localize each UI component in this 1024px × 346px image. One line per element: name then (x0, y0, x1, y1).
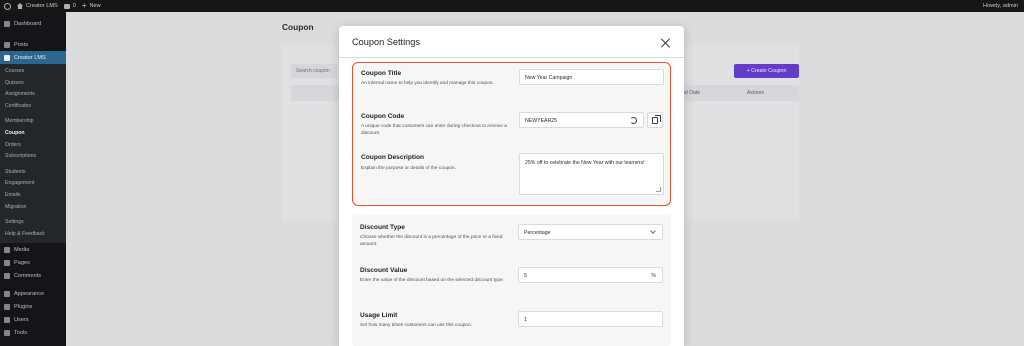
comment-bubble-icon (63, 3, 70, 9)
creator-lms-icon (4, 54, 10, 61)
submenu-help-feedback[interactable]: Help & Feedback (0, 229, 66, 241)
sidebar-item-pages[interactable]: Pages (0, 256, 66, 269)
discount-type-label: Discount Type (360, 224, 405, 231)
coupon-settings-modal: Coupon Settings Coupon Title An internal… (339, 26, 684, 346)
create-coupon-button[interactable]: + Create Coupon (734, 64, 799, 78)
copy-code-button[interactable] (647, 112, 663, 128)
coupon-title-description: An internal name to help you identify an… (361, 81, 494, 86)
sidebar-item-users[interactable]: Users (0, 313, 66, 326)
submenu-certificates[interactable]: Certificates (0, 101, 66, 113)
wrench-icon (4, 329, 10, 336)
pin-icon (4, 41, 10, 48)
new-content-link[interactable]: + New (82, 2, 101, 10)
usage-limit-input[interactable]: 1 (518, 311, 663, 327)
brush-icon (4, 290, 10, 297)
refresh-icon[interactable] (630, 117, 637, 124)
coupon-code-value: NEWYEAR25 (525, 118, 557, 124)
creator-lms-submenu: Courses Quizzes Assignments Certificates… (0, 64, 66, 244)
admin-sidebar: Dashboard Posts Creator LMS Courses Quiz… (0, 12, 66, 346)
users-icon (4, 316, 10, 323)
media-icon (4, 246, 10, 253)
modal-header: Coupon Settings (339, 26, 684, 58)
sidebar-item-tools[interactable]: Tools (0, 326, 66, 339)
discount-value-input[interactable]: 5 % (518, 267, 663, 283)
submenu-orders[interactable]: Orders (0, 140, 66, 152)
column-actions: Actions (747, 90, 765, 96)
modal-title: Coupon Settings (352, 36, 420, 47)
admin-bar: Creator LMS 0 + New Howdy, admin (0, 0, 1024, 12)
coupon-title-input[interactable]: New Year Campaign (519, 69, 664, 85)
discount-type-description: Choose whether the discount is a percent… (360, 235, 503, 248)
plug-icon (4, 303, 10, 310)
discount-value-label: Discount Value (360, 267, 408, 274)
submenu-subscriptions[interactable]: Subscriptions (0, 151, 66, 163)
sidebar-item-appearance[interactable]: Appearance (0, 287, 66, 300)
submenu-assignments[interactable]: Assignments (0, 89, 66, 101)
comments-link[interactable]: 0 (63, 3, 76, 9)
coupon-description-label: Coupon Description (361, 154, 425, 161)
sidebar-item-posts[interactable]: Posts (0, 38, 66, 51)
sidebar-item-plugins[interactable]: Plugins (0, 300, 66, 313)
site-name-link[interactable]: Creator LMS (17, 3, 58, 9)
plus-icon: + (81, 1, 87, 10)
usage-limit-description: Set how many times customers can use thi… (360, 323, 472, 328)
chevron-down-icon (650, 228, 656, 234)
coupon-description-help: Explain the purpose or details of the co… (361, 166, 456, 171)
wordpress-logo-icon[interactable] (4, 2, 11, 10)
search-input[interactable]: Search coupon (291, 64, 337, 78)
resize-handle-icon[interactable] (656, 187, 661, 192)
usage-limit-label: Usage Limit (360, 312, 398, 319)
sidebar-item-comments[interactable]: Comments (0, 269, 66, 282)
account-menu[interactable]: Howdy, admin (983, 3, 1018, 9)
submenu-emails[interactable]: Emails (0, 190, 66, 202)
coupon-title-label: Coupon Title (361, 70, 402, 77)
discount-type-value: Percentage (524, 230, 551, 236)
coupon-code-input[interactable]: NEWYEAR25 (519, 112, 644, 128)
comments-icon (4, 272, 10, 279)
submenu-courses[interactable]: Courses (0, 66, 66, 78)
dashboard-icon (4, 20, 10, 27)
sidebar-item-dashboard[interactable]: Dashboard (0, 17, 66, 30)
page-title: Coupon (282, 22, 314, 32)
coupon-code-label: Coupon Code (361, 113, 405, 120)
sidebar-item-creator-lms[interactable]: Creator LMS (0, 51, 66, 64)
percent-unit: % (651, 273, 656, 279)
submenu-engagement[interactable]: Engagement (0, 178, 66, 190)
discount-type-select[interactable]: Percentage (518, 224, 663, 240)
copy-icon (652, 115, 661, 124)
discount-value-value: 5 (524, 273, 527, 279)
submenu-membership[interactable]: Membership (0, 116, 66, 128)
sidebar-item-media[interactable]: Media (0, 243, 66, 256)
coupon-description-textarea[interactable]: 25% off to celebrate the New Year with o… (519, 153, 664, 195)
submenu-settings[interactable]: Settings (0, 217, 66, 229)
submenu-coupon[interactable]: Coupon (0, 128, 66, 140)
home-icon (17, 3, 23, 9)
submenu-quizzes[interactable]: Quizzes (0, 78, 66, 90)
coupon-details-section: Coupon Title An internal name to help yo… (352, 62, 671, 206)
submenu-students[interactable]: Students (0, 167, 66, 179)
pages-icon (4, 259, 10, 266)
close-icon[interactable] (660, 38, 670, 48)
submenu-migration[interactable]: Migration (0, 202, 66, 214)
discount-settings-section: Discount Type Choose whether the discoun… (352, 215, 671, 346)
column-end-date: nd Date (682, 90, 701, 96)
coupon-description-value: 25% off to celebrate the New Year with o… (525, 160, 645, 166)
discount-value-description: Enter the value of the discount based on… (360, 278, 505, 283)
coupon-code-description: A unique code that customers can enter d… (361, 124, 507, 137)
